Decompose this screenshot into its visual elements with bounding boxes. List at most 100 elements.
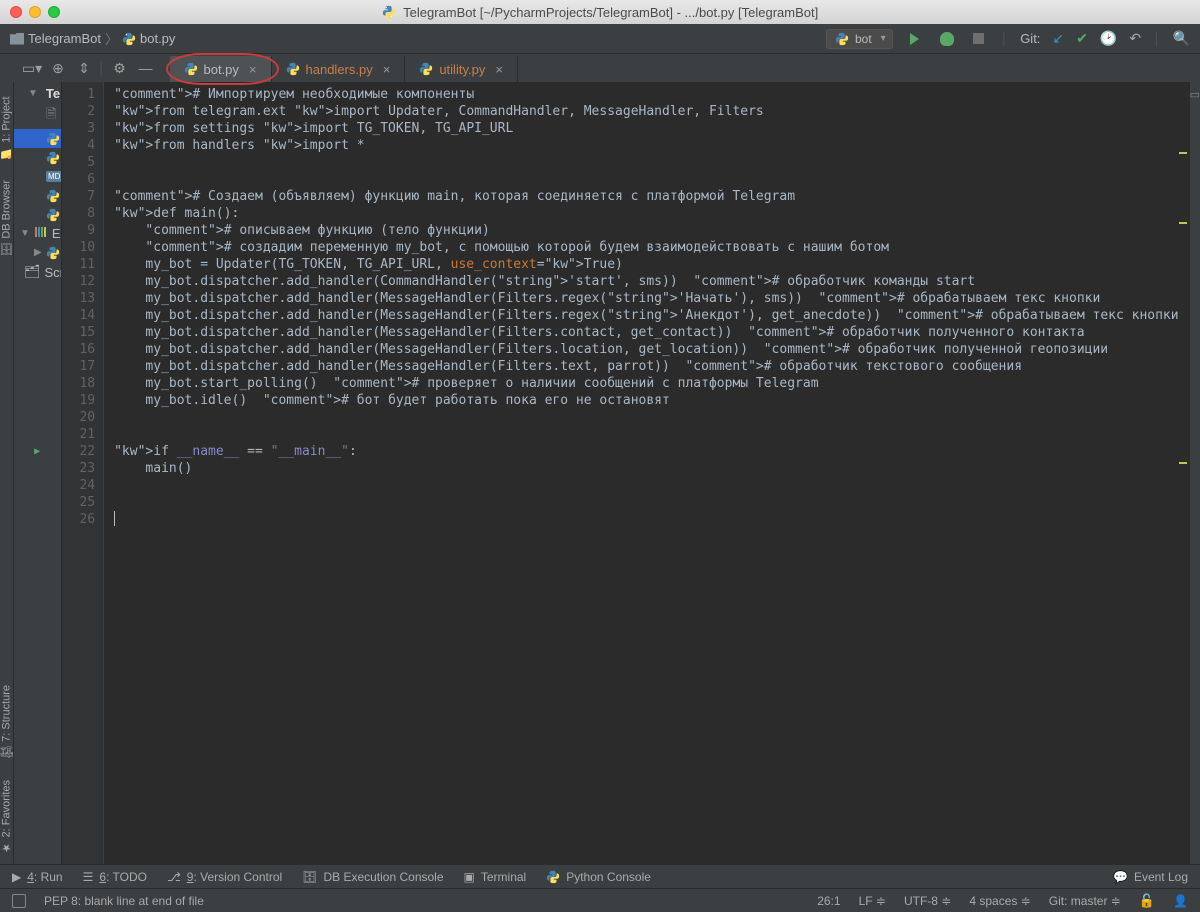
chevron-right-icon[interactable]: ▶ (34, 247, 42, 258)
editor-tab-utility-py[interactable]: utility.py× (405, 56, 518, 82)
line-number[interactable]: 6 (62, 171, 95, 188)
line-number[interactable]: 14 (62, 307, 95, 324)
project-tree[interactable]: ▼ TelegramBot ~/Py 🗎.gitignorebot.pyhand… (14, 82, 62, 864)
code-line[interactable]: my_bot.dispatcher.add_handler(MessageHan… (114, 307, 1178, 324)
code-line[interactable]: my_bot.idle() "comment"># бот будет рабо… (114, 392, 1178, 409)
indent-setting[interactable]: 4 spaces ≑ (969, 894, 1030, 908)
line-number[interactable]: 18 (62, 375, 95, 392)
breadcrumb-file[interactable]: bot.py (140, 31, 175, 46)
warning-marker-icon[interactable] (1179, 462, 1187, 464)
tree-file-utility-py[interactable]: utility.py (14, 205, 61, 224)
readonly-lock-icon[interactable]: 🔓 (1139, 893, 1155, 909)
line-number[interactable]: 4 (62, 137, 95, 154)
editor-tab-handlers-py[interactable]: handlers.py× (272, 56, 406, 82)
tree-root[interactable]: ▼ TelegramBot ~/Py (14, 84, 61, 103)
line-number[interactable]: 13 (62, 290, 95, 307)
line-number[interactable]: 23 (62, 460, 95, 477)
code-line[interactable] (114, 409, 1178, 426)
code-line[interactable]: "kw">from settings "kw">import TG_TOKEN,… (114, 120, 1178, 137)
code-line[interactable] (114, 426, 1178, 443)
run-gutter-icon[interactable]: ▶ (34, 443, 40, 460)
tool-run[interactable]: ▶ 4: Run (12, 870, 63, 884)
line-number[interactable]: 15 (62, 324, 95, 341)
maximize-window-icon[interactable] (48, 6, 60, 18)
code-line[interactable] (114, 154, 1178, 171)
status-bar-icon[interactable] (12, 894, 26, 908)
close-tab-icon[interactable]: × (495, 62, 503, 77)
tree-file-README-md[interactable]: MDREADME.md (14, 167, 61, 186)
tool-event-log[interactable]: 💬 Event Log (1113, 870, 1188, 884)
tree-file-handlers-py[interactable]: handlers.py (14, 148, 61, 167)
code-line[interactable]: "kw">from telegram.ext "kw">import Updat… (114, 103, 1178, 120)
tool-vcs[interactable]: ⎇ 9: Version Control (167, 870, 282, 884)
sidebar-tab-favorites[interactable]: ★2: Favorites (0, 780, 13, 854)
code-line[interactable]: my_bot.dispatcher.add_handler(MessageHan… (114, 290, 1178, 307)
line-number[interactable]: 7 (62, 188, 95, 205)
chevron-down-icon[interactable]: ▼ (20, 228, 30, 239)
line-number[interactable]: 16 (62, 341, 95, 358)
run-config-selector[interactable]: bot (826, 29, 893, 49)
tree-external-libraries[interactable]: ▼ External Libraries (14, 224, 61, 243)
hide-right-icon[interactable]: ▭ (1190, 82, 1200, 101)
warning-marker-icon[interactable] (1179, 222, 1187, 224)
code-line[interactable]: "comment"># Импортируем необходимые комп… (114, 86, 1178, 103)
line-number[interactable]: 11 (62, 256, 95, 273)
tool-db-console[interactable]: 🗄 DB Execution Console (302, 870, 443, 884)
sidebar-tab-structure[interactable]: 🏗7: Structure (0, 685, 13, 760)
code-line[interactable]: main() (114, 460, 1178, 477)
stop-button[interactable] (969, 29, 989, 49)
line-number[interactable]: 5 (62, 154, 95, 171)
git-branch[interactable]: Git: master ≑ (1049, 894, 1121, 908)
close-tab-icon[interactable]: × (249, 62, 257, 77)
hide-icon[interactable]: — (134, 56, 158, 80)
line-number[interactable]: 24 (62, 477, 95, 494)
line-number[interactable]: 1 (62, 86, 95, 103)
sidebar-tab-project[interactable]: 📁1: Project (0, 96, 13, 160)
close-tab-icon[interactable]: × (383, 62, 391, 77)
code-line[interactable]: "kw">def main(): (114, 205, 1178, 222)
vcs-commit-icon[interactable]: ✔ (1076, 30, 1088, 47)
settings-icon[interactable]: ⚙ (108, 56, 132, 80)
tree-file-bot-py[interactable]: bot.py (14, 129, 61, 148)
code-line[interactable]: my_bot.dispatcher.add_handler(MessageHan… (114, 324, 1178, 341)
tree-scratches[interactable]: 🗂 Scratches and Cons (14, 262, 61, 282)
line-number[interactable]: 19 (62, 392, 95, 409)
code-line[interactable]: my_bot.dispatcher.add_handler(CommandHan… (114, 273, 1178, 290)
debug-button[interactable] (937, 29, 957, 49)
vcs-history-icon[interactable]: 🕑 (1100, 30, 1117, 47)
line-number[interactable]: 2 (62, 103, 95, 120)
line-number[interactable]: 17 (62, 358, 95, 375)
file-encoding[interactable]: UTF-8 ≑ (904, 894, 951, 908)
search-icon[interactable]: 🔍 (1173, 30, 1190, 47)
vcs-revert-icon[interactable]: ↶ (1129, 30, 1141, 47)
code-line[interactable] (114, 511, 1178, 528)
line-number[interactable]: 25 (62, 494, 95, 511)
tool-terminal[interactable]: ▣ Terminal (464, 870, 527, 884)
line-number[interactable]: 20 (62, 409, 95, 426)
code-line[interactable]: my_bot.dispatcher.add_handler(MessageHan… (114, 358, 1178, 375)
code-line[interactable] (114, 171, 1178, 188)
line-separator[interactable]: LF ≑ (859, 894, 886, 908)
editor[interactable]: 123456789101112131415161718192021▶222324… (62, 82, 1188, 864)
code-line[interactable]: my_bot.dispatcher.add_handler(MessageHan… (114, 341, 1178, 358)
select-open-file-icon[interactable]: ⊕ (46, 56, 70, 80)
line-number[interactable]: 26 (62, 511, 95, 528)
code-line[interactable] (114, 494, 1178, 511)
tool-todo[interactable]: ☰ 6: TODO (83, 870, 147, 884)
error-stripe[interactable] (1177, 82, 1189, 864)
code-content[interactable]: "comment"># Импортируем необходимые комп… (104, 82, 1188, 864)
code-line[interactable]: "comment"># Создаем (объявляем) функцию … (114, 188, 1178, 205)
code-line[interactable]: "comment"># создадим переменную my_bot, … (114, 239, 1178, 256)
sidebar-tab-db-browser[interactable]: 🗄DB Browser (0, 180, 13, 257)
project-dropdown-icon[interactable]: ▭▾ (20, 56, 44, 80)
line-number-gutter[interactable]: 123456789101112131415161718192021▶222324… (62, 82, 104, 864)
code-line[interactable] (114, 477, 1178, 494)
close-window-icon[interactable] (10, 6, 22, 18)
line-number[interactable]: 12 (62, 273, 95, 290)
code-line[interactable]: "comment"># описываем функцию (тело функ… (114, 222, 1178, 239)
line-number[interactable]: 3 (62, 120, 95, 137)
chevron-down-icon[interactable]: ▼ (28, 88, 38, 99)
expand-collapse-icon[interactable]: ⇕ (72, 56, 96, 80)
vcs-update-icon[interactable]: ↙ (1052, 30, 1064, 47)
line-number[interactable]: 21 (62, 426, 95, 443)
